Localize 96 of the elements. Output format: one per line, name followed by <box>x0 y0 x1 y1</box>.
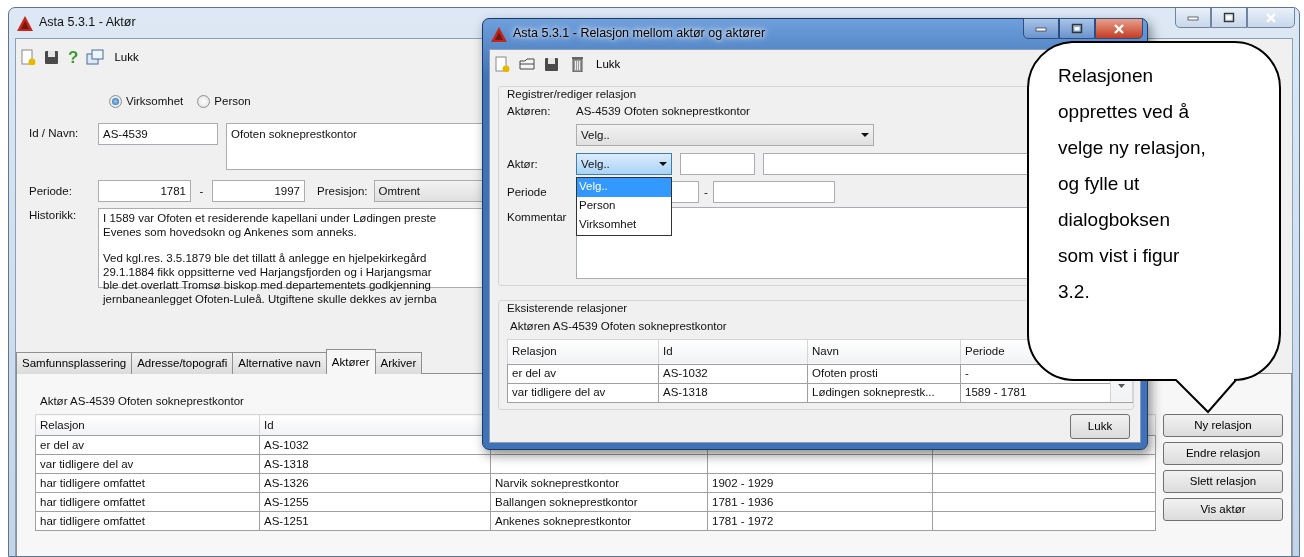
table-cell: var tidligere del av <box>40 458 134 471</box>
dropdown-option[interactable]: Person <box>577 196 671 216</box>
tab[interactable]: Adresse/topografi <box>131 352 234 374</box>
input-field[interactable] <box>680 152 755 175</box>
window-title: Asta 5.3.1 - Aktør <box>39 15 136 31</box>
input-field[interactable] <box>713 180 835 203</box>
table-cell: AS-1032 <box>264 439 309 452</box>
close-button[interactable]: Lukk <box>594 56 623 72</box>
history-line: Evenes som hovedsokn og Ankenes som anneks. <box>103 224 357 238</box>
table-cell: AS-1255 <box>264 496 309 509</box>
table-cell: 1589 - 1781 <box>965 386 1027 399</box>
column-header[interactable]: Id <box>663 345 673 358</box>
table-cell: 1902 - 1929 <box>712 477 774 490</box>
table-cell: Ofoten prosti <box>812 367 878 380</box>
maximize-button[interactable] <box>1211 8 1247 28</box>
actor-type-dropdown[interactable]: Velg.. <box>576 152 672 175</box>
group-title: Registrer/rediger relasjon <box>505 87 639 102</box>
maximize-icon <box>1223 11 1235 24</box>
table-caption: Aktøren AS-4539 Ofoten sokneprestkontor <box>510 319 727 334</box>
action-button[interactable]: Endre relasjon <box>1163 442 1283 465</box>
table-cell: Ballangen sokneprestkontor <box>495 496 638 509</box>
field-value: AS-4539 Ofoten sokneprestkontor <box>576 104 750 119</box>
close-button[interactable] <box>1247 8 1295 28</box>
column-header[interactable]: Periode <box>965 345 1005 358</box>
history-line: jernbaneanlegget Ofoten-Luleå. Utgiftene skulle dekkes av jernba <box>103 291 437 305</box>
tab[interactable]: Alternative navn <box>232 352 327 374</box>
save-icon[interactable] <box>44 49 60 65</box>
year-field[interactable]: 1997 <box>212 180 305 202</box>
field-label: Kommentar <box>507 209 568 225</box>
column-header[interactable]: Relasjon <box>40 419 85 432</box>
id-field[interactable]: AS-4539 <box>98 123 218 145</box>
maximize-button[interactable] <box>1059 18 1095 39</box>
history-line: I 1589 var Ofoten et residerende kapellani under Lødingen preste <box>103 211 437 225</box>
history-line: 29.1.1884 fikk oppsitterne ved Harjangsfjorden og i Harjangsmar <box>103 264 432 278</box>
close-button[interactable]: Lukk <box>112 49 141 65</box>
action-button[interactable]: Vis aktør <box>1163 498 1283 521</box>
window-title: Asta 5.3.1 - Relasjon mellom aktør og aktører <box>513 26 766 42</box>
table-cell: AS-1251 <box>264 515 309 528</box>
action-button[interactable]: Ny relasjon <box>1163 414 1283 437</box>
tab[interactable]: Aktører <box>325 349 376 374</box>
column-header[interactable]: Id <box>264 419 274 432</box>
table-cell: har tidligere omfattet <box>40 515 145 528</box>
table-caption: Aktør AS-4539 Ofoten sokneprestkontor <box>40 394 244 409</box>
table-cell: 1781 - 1972 <box>712 515 774 528</box>
table-cell: AS-1032 <box>663 367 708 380</box>
table-cell: har tidligere omfattet <box>40 496 145 509</box>
table-cell: har tidligere omfattet <box>40 477 145 490</box>
table-cell: Ankenes sokneprestkontor <box>495 515 632 528</box>
table-cell: er del av <box>40 439 85 452</box>
table-cell: AS-1318 <box>663 386 708 399</box>
table-cell: 1781 - 1936 <box>712 496 774 509</box>
table-cell: - <box>965 367 969 380</box>
maximize-icon <box>1071 22 1083 35</box>
relation-dropdown[interactable]: Velg.. <box>576 123 874 146</box>
dropdown-option[interactable]: Virksomhet <box>577 215 671 235</box>
separator-text: - <box>703 184 709 199</box>
history-line: Ved kgl.res. 3.5.1879 ble det tillatt å anlegge en hjelpekirkegård <box>103 251 427 265</box>
caret-icon <box>659 161 667 166</box>
radio-button[interactable] <box>197 94 211 108</box>
close-icon <box>1113 22 1125 35</box>
save-icon[interactable] <box>544 56 560 72</box>
field-label: Periode: <box>29 183 73 199</box>
column-header[interactable]: Relasjon <box>512 345 557 358</box>
app-logo-icon <box>17 15 33 31</box>
tab[interactable]: Samfunnsplassering <box>16 352 133 374</box>
trash-icon[interactable] <box>569 56 585 72</box>
table-cell: Narvik sokneprestkontor <box>495 477 619 490</box>
close-icon <box>1265 11 1277 24</box>
field-label: Aktøren: <box>507 104 552 119</box>
close-button[interactable]: Lukk <box>1070 413 1130 439</box>
year-field[interactable]: 1781 <box>98 180 191 202</box>
scroll-down-icon[interactable] <box>1118 383 1125 388</box>
column-header[interactable]: Navn <box>812 345 839 358</box>
minimize-button[interactable] <box>1023 18 1059 39</box>
radio-label[interactable]: Person <box>214 93 251 109</box>
folder-icon[interactable] <box>519 56 535 72</box>
field-label: Historikk: <box>29 208 78 223</box>
action-button[interactable]: Slett relasjon <box>1163 470 1283 493</box>
table-cell: Lødingen sokneprestk... <box>812 386 935 399</box>
caret-icon <box>861 132 869 137</box>
field-label: Presisjon: <box>317 183 368 199</box>
tab[interactable]: Arkiver <box>374 352 423 374</box>
separator-text: - <box>198 183 205 199</box>
history-line: ble det overlatt Tromsø biskop med departementets godkjenning <box>103 278 431 292</box>
table-cell: AS-1318 <box>264 458 309 471</box>
window-layout-icon[interactable] <box>86 49 105 65</box>
app-logo-icon <box>491 26 507 42</box>
radio-label[interactable]: Virksomhet <box>126 93 184 109</box>
field-label: Aktør: <box>507 156 539 171</box>
table-cell: AS-1326 <box>264 477 309 490</box>
table-cell: er del av <box>512 367 557 380</box>
table-cell: var tidligere del av <box>512 386 606 399</box>
callout-text: Relasjonen opprettes ved å velge ny relasjon, og fylle ut dialogboksen som vist i figur 3.2. <box>1058 64 1207 304</box>
radio-button[interactable] <box>109 94 122 108</box>
field-label: Id / Navn: <box>29 126 80 141</box>
close-button[interactable] <box>1095 18 1143 39</box>
